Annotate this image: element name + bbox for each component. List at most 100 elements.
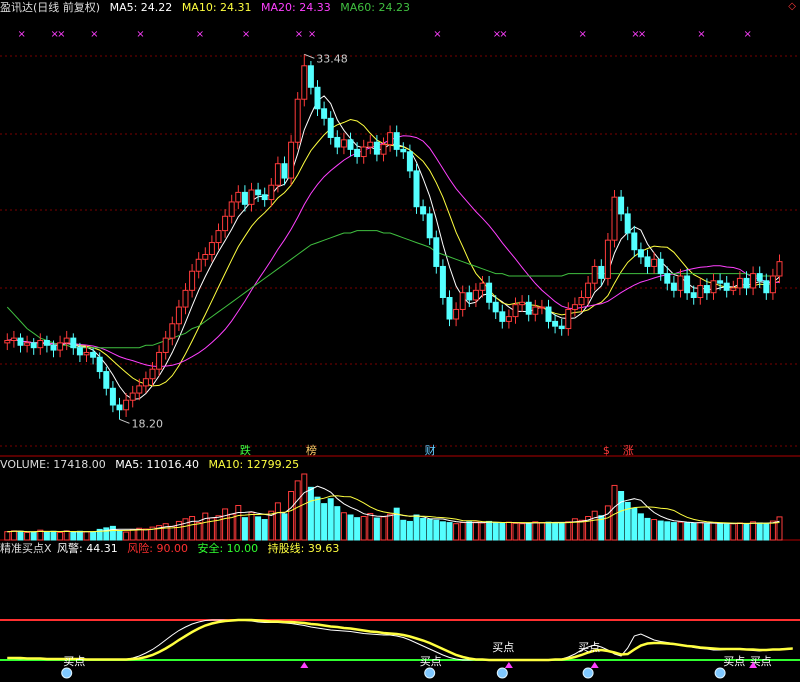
candle-body — [63, 337, 70, 344]
price-candle — [215, 223, 222, 250]
candle-body — [129, 392, 136, 401]
volume-bar — [294, 480, 301, 541]
candle-body — [420, 206, 427, 215]
legend-ma10: MA10: 24.31 — [181, 1, 252, 14]
candle-body — [697, 285, 704, 298]
diamond-icon[interactable]: ◇ — [788, 1, 796, 12]
candle-body — [769, 275, 776, 294]
volume-bar — [43, 531, 50, 541]
volume-bar — [83, 531, 90, 541]
price-candle — [618, 190, 625, 222]
candle-body — [571, 304, 578, 310]
volume-bar — [637, 513, 644, 541]
candle-body — [195, 258, 202, 272]
volume-bar — [274, 502, 281, 541]
price-candle — [670, 276, 677, 298]
candle-body — [215, 230, 222, 244]
event-label: $ — [603, 444, 610, 457]
candle-body — [37, 340, 44, 349]
legend-ma20: MA20: 24.33 — [261, 1, 331, 14]
volume-bar — [360, 516, 367, 541]
candle-body — [406, 151, 413, 172]
price-candle — [400, 142, 407, 159]
volume-bar — [723, 523, 730, 541]
candle-body — [505, 316, 512, 322]
price-candle — [70, 333, 77, 355]
candle-body — [690, 292, 697, 299]
candle-body — [703, 285, 710, 294]
price-candle — [24, 335, 31, 353]
ma60-line — [6, 230, 780, 349]
candle-body — [400, 148, 407, 153]
candle-body — [360, 146, 367, 158]
volume-bar — [123, 531, 130, 541]
candle-body — [340, 139, 347, 148]
candle-body — [116, 404, 123, 411]
price-candle — [538, 299, 545, 315]
candle-body — [413, 170, 420, 208]
price-candle — [532, 299, 539, 322]
event-label: 财 — [425, 443, 436, 457]
candle-body — [393, 132, 400, 150]
price-candle — [769, 268, 776, 300]
volume-bar — [4, 531, 11, 541]
volume-bar — [142, 528, 149, 541]
price-candle — [393, 125, 400, 157]
buy-point-marker — [424, 667, 436, 679]
volume-bar — [255, 516, 262, 541]
buy-arrow-marker — [504, 662, 513, 668]
volume-bar — [670, 522, 677, 541]
low-pointer — [119, 418, 130, 424]
price-candle — [261, 187, 268, 207]
volume-bar — [618, 490, 625, 541]
candle-body — [670, 282, 677, 291]
volume-bar — [90, 531, 97, 541]
volume-bar — [492, 522, 499, 541]
price-candle — [552, 314, 559, 334]
candle-body — [327, 117, 334, 138]
volume-bar — [743, 523, 750, 541]
indicator-hold: 持股线: 39.63 — [267, 542, 340, 555]
candle-body — [426, 213, 433, 239]
candle-body — [499, 311, 506, 322]
candle-body — [750, 273, 757, 289]
signal-marker: × — [697, 29, 705, 40]
volume-bar — [717, 522, 724, 541]
volume-bar — [30, 531, 37, 541]
volume-bar — [373, 517, 380, 541]
price-candle — [367, 135, 374, 155]
candle-body — [631, 232, 638, 251]
candle-body — [644, 256, 651, 267]
legend-ma5: MA5: 24.22 — [109, 1, 173, 14]
volume-bar — [730, 523, 737, 541]
candle-body — [347, 139, 354, 150]
candle-body — [123, 399, 130, 411]
legend-ma60: MA60: 24.23 — [340, 1, 410, 14]
buy-point-marker — [714, 667, 726, 679]
volume-bar — [472, 521, 479, 541]
buy-point-label: 买点 — [578, 641, 600, 654]
candle-body — [439, 265, 446, 299]
volume-bar — [354, 517, 361, 541]
signal-marker: × — [295, 29, 303, 40]
candle-body — [175, 306, 182, 325]
price-candle — [459, 285, 466, 317]
volume-bar — [545, 521, 552, 541]
candle-body — [545, 306, 552, 322]
price-candle — [255, 182, 262, 202]
price-candle — [354, 142, 361, 164]
candle-body — [459, 292, 466, 310]
main-legend: 盈讯达(日线 前复权) MA5: 24.22 MA10: 24.31 MA20:… — [0, 1, 416, 15]
candle-body — [24, 342, 31, 346]
price-candle — [631, 225, 638, 257]
volume-bar — [611, 484, 618, 541]
price-candle — [189, 264, 196, 298]
candle-body — [189, 270, 196, 291]
candle-body — [677, 275, 684, 291]
volume-bar — [393, 507, 400, 541]
indicator-warn: 风警: 44.31 — [57, 542, 118, 555]
candle-body — [4, 340, 11, 344]
indicator-panel: 买点 买点买点 买点买点 买点 — [0, 618, 800, 679]
candle-body — [684, 275, 691, 294]
price-candle — [637, 242, 644, 265]
